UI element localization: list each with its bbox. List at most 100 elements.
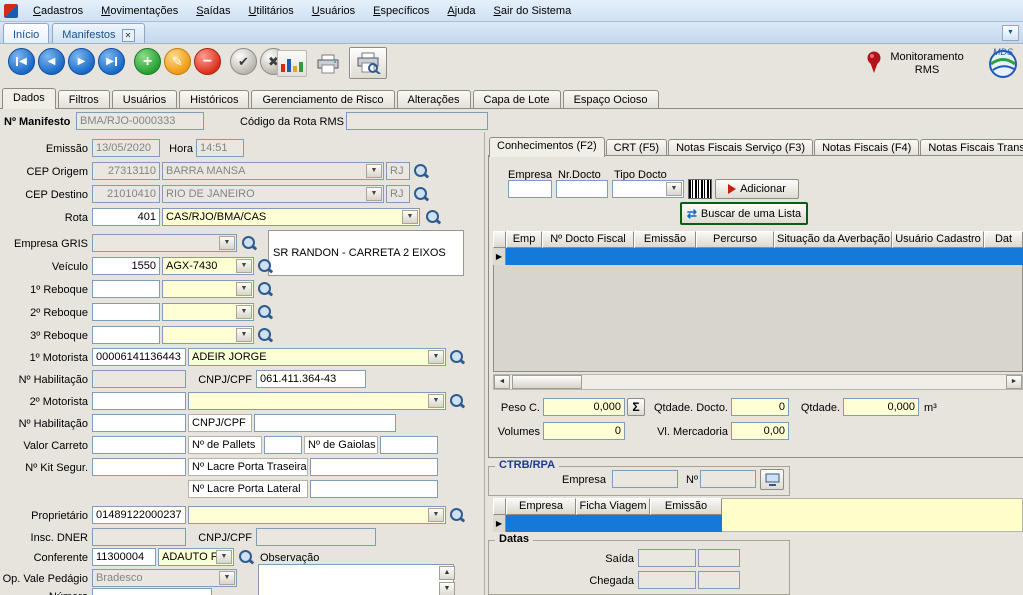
saida-hora-field[interactable] [698, 549, 740, 567]
nav-first-button[interactable]: ◀ [8, 48, 35, 75]
nav-last-button[interactable]: ▶ [98, 48, 125, 75]
ctrb-col-empresa[interactable]: Empresa [506, 498, 576, 515]
proprietario-combo[interactable] [188, 506, 446, 524]
numero-field[interactable] [92, 588, 212, 595]
adicionar-button[interactable]: Adicionar [715, 179, 799, 199]
ctrb-selected-row[interactable] [506, 515, 722, 532]
chart-button[interactable] [277, 50, 307, 77]
veiculo-codigo-field[interactable]: 1550 [92, 257, 160, 275]
menu-movimentacoes[interactable]: Movimentações [92, 2, 187, 20]
uf-origem-field[interactable]: RJ [386, 162, 410, 180]
empresa-gris-search-icon[interactable] [240, 234, 258, 252]
cnpj-cpf3-field[interactable] [256, 528, 376, 546]
tab-inicio[interactable]: Início [3, 23, 49, 43]
insc-dner-field[interactable] [92, 528, 186, 546]
qtd-docto-field[interactable]: 0 [731, 398, 789, 416]
ctrb-empresa-field[interactable] [612, 470, 678, 488]
docs-nr-docto-field[interactable] [556, 180, 608, 198]
scroll-left-icon[interactable]: ◄ [494, 375, 510, 389]
lacre-traseira-field[interactable] [310, 458, 438, 476]
proprietario-codigo-field[interactable]: 01489122000237 [92, 506, 186, 524]
ctrb-lookup-button[interactable] [760, 469, 784, 490]
scroll-right-icon[interactable]: ► [1006, 375, 1022, 389]
habilitacao2-field[interactable] [92, 414, 186, 432]
docs-col-usuario[interactable]: Usuário Cadastro [892, 231, 984, 248]
motorista2-combo[interactable] [188, 392, 446, 410]
observacao-scroll-down-icon[interactable]: ▼ [439, 582, 455, 595]
tab-dados[interactable]: Dados [2, 88, 56, 109]
uf-destino-field[interactable]: RJ [386, 185, 410, 203]
ctrb-col-emissao[interactable]: Emissão [650, 498, 722, 515]
reboque2-search-icon[interactable] [256, 303, 274, 321]
edit-record-button[interactable]: ✎ [164, 48, 191, 75]
menu-sair[interactable]: Sair do Sistema [485, 2, 581, 20]
cep-origem-field[interactable]: 27313110 [92, 162, 160, 180]
confirm-button[interactable]: ✔ [230, 48, 257, 75]
saida-data-field[interactable] [638, 549, 696, 567]
reboque1-codigo-field[interactable] [92, 280, 160, 298]
motorista1-codigo-field[interactable]: 00006141136443 [92, 348, 186, 366]
ctrb-col-ficha[interactable]: Ficha Viagem [576, 498, 650, 515]
nav-prev-button[interactable]: ◀ [38, 48, 65, 75]
menu-especificos[interactable]: Específicos [364, 2, 438, 20]
docs-col-emissao[interactable]: Emissão [634, 231, 696, 248]
tab-espaco-ocioso[interactable]: Espaço Ocioso [563, 90, 659, 109]
menu-ajuda[interactable]: Ajuda [438, 2, 484, 20]
hora-field[interactable]: 14:51 [196, 139, 244, 157]
tab-usuarios[interactable]: Usuários [112, 90, 177, 109]
observacao-textarea[interactable] [258, 564, 454, 595]
docs-col-docto[interactable]: Nº Docto Fiscal [542, 231, 634, 248]
docs-empresa-field[interactable] [508, 180, 552, 198]
close-tab-icon[interactable]: ✕ [122, 29, 135, 42]
scroll-thumb[interactable] [512, 375, 582, 389]
cep-destino-search-icon[interactable] [412, 185, 430, 203]
menu-utilitarios[interactable]: Utilitários [239, 2, 302, 20]
motorista2-codigo-field[interactable] [92, 392, 186, 410]
reboque3-combo[interactable] [162, 326, 254, 344]
docs-tipo-docto-combo[interactable] [612, 180, 684, 198]
pallets-field[interactable] [264, 436, 302, 454]
docs-col-data[interactable]: Dat [984, 231, 1023, 248]
vale-pedagio-combo[interactable]: Bradesco [92, 569, 237, 587]
reboque1-combo[interactable] [162, 280, 254, 298]
reboque2-combo[interactable] [162, 303, 254, 321]
rota-search-icon[interactable] [424, 208, 442, 226]
docs-selected-row[interactable] [506, 248, 1023, 265]
empresa-gris-combo[interactable] [92, 234, 237, 252]
cep-origem-search-icon[interactable] [412, 162, 430, 180]
lacre-lateral-field[interactable] [310, 480, 438, 498]
delete-record-button[interactable]: − [194, 48, 221, 75]
cep-destino-field[interactable]: 21010410 [92, 185, 160, 203]
nav-next-button[interactable]: ▶ [68, 48, 95, 75]
motorista1-combo[interactable]: ADEIR JORGE [188, 348, 446, 366]
tab-gerenciamento-risco[interactable]: Gerenciamento de Risco [251, 90, 394, 109]
docs-hscrollbar[interactable]: ◄ ► [493, 374, 1023, 390]
veiculo-combo[interactable]: AGX-7430 [162, 257, 254, 275]
buscar-de-uma-lista-button[interactable]: ⇄ Buscar de uma Lista [680, 202, 808, 225]
vl-mercadoria-field[interactable]: 0,00 [731, 422, 789, 440]
menu-saidas[interactable]: Saídas [187, 2, 239, 20]
rota-codigo-field[interactable]: 401 [92, 208, 160, 226]
tab-alteracoes[interactable]: Alterações [397, 90, 471, 109]
manifesto-field[interactable]: BMA/RJO-0000333 [76, 112, 204, 130]
cnpj-cpf2-field[interactable] [254, 414, 396, 432]
cidade-destino-combo[interactable]: RIO DE JANEIRO [162, 185, 384, 203]
add-record-button[interactable]: + [134, 48, 161, 75]
tab-overflow-icon[interactable]: ▼ [1002, 25, 1019, 41]
habilitacao1-field[interactable] [92, 370, 186, 388]
emissao-field[interactable]: 13/05/2020 [92, 139, 160, 157]
kit-segur-field[interactable] [92, 458, 186, 476]
tab-historicos[interactable]: Históricos [179, 90, 249, 109]
conferente-search-icon[interactable] [237, 548, 255, 566]
docs-col-situacao[interactable]: Situação da Averbação [774, 231, 892, 248]
veiculo-search-icon[interactable] [256, 257, 274, 275]
tab-capa-lote[interactable]: Capa de Lote [473, 90, 561, 109]
chegada-hora-field[interactable] [698, 571, 740, 589]
reboque2-codigo-field[interactable] [92, 303, 160, 321]
cidade-origem-combo[interactable]: BARRA MANSA [162, 162, 384, 180]
tab-filtros[interactable]: Filtros [58, 90, 110, 109]
rota-combo[interactable]: CAS/RJO/BMA/CAS [162, 208, 420, 226]
menu-cadastros[interactable]: Cadastros [24, 2, 92, 20]
chegada-data-field[interactable] [638, 571, 696, 589]
volumes-field[interactable]: 0 [543, 422, 625, 440]
